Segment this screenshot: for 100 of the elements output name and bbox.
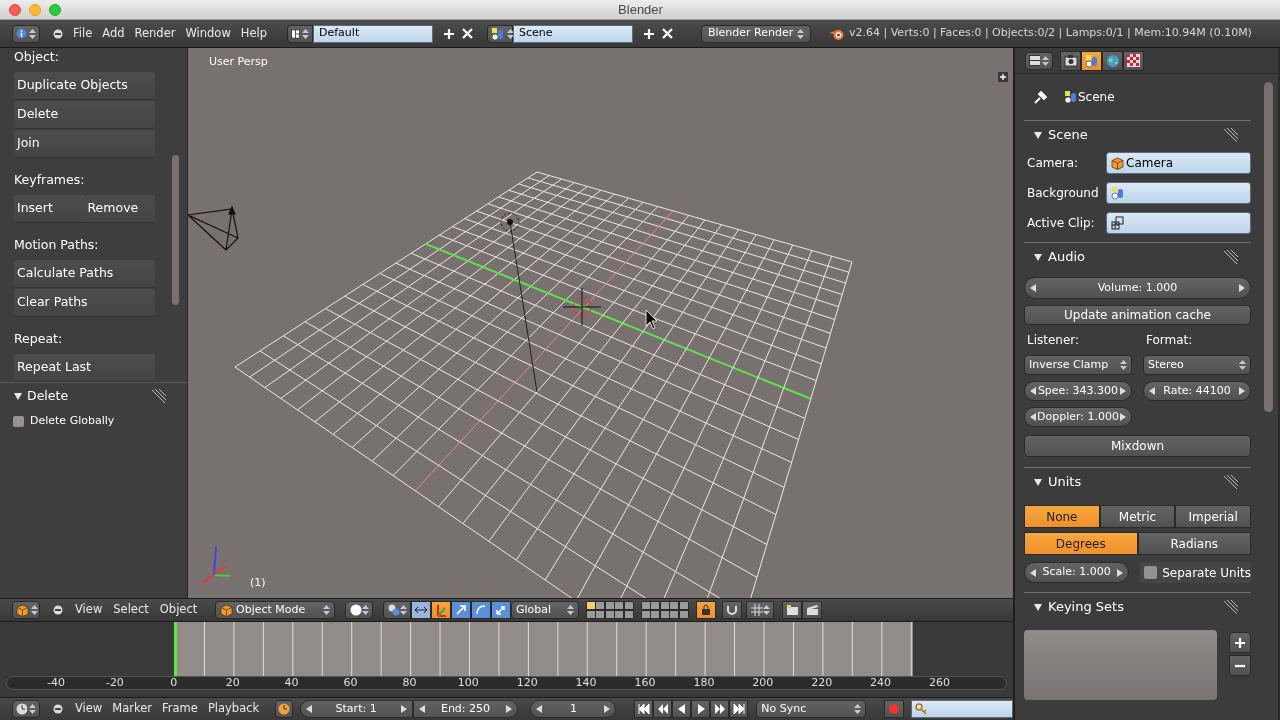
disclosure-triangle-icon[interactable] (1033, 129, 1043, 140)
drag-handle-icon[interactable] (1223, 598, 1239, 615)
mode-dropdown[interactable]: Object Mode (215, 601, 335, 619)
increment-arrow-icon[interactable] (1239, 284, 1245, 292)
render-animation-button[interactable] (802, 601, 822, 619)
context-tab[interactable] (1081, 50, 1102, 71)
decrement-arrow-icon[interactable] (1030, 284, 1036, 292)
disclosure-triangle-icon[interactable] (1033, 251, 1043, 262)
orientation-dropdown[interactable]: Global (511, 601, 579, 619)
drag-handle-icon[interactable] (151, 388, 167, 404)
close-icon[interactable] (662, 28, 673, 39)
unit-system-option[interactable]: None (1024, 505, 1100, 528)
menu-item[interactable]: View (74, 700, 103, 718)
rate-field[interactable]: Rate: 44100 (1143, 381, 1251, 401)
decrement-arrow-icon[interactable] (1149, 387, 1155, 395)
add-icon[interactable] (643, 27, 655, 40)
data-block-field[interactable]: Camera (1106, 152, 1251, 174)
decrement-arrow-icon[interactable] (418, 705, 425, 713)
screen-layout-button[interactable] (287, 24, 313, 43)
decrement-arrow-icon[interactable] (536, 705, 543, 713)
collapse-menu-icon[interactable] (53, 28, 63, 39)
play-reverse-button[interactable] (672, 700, 692, 718)
snap-dropdown[interactable] (746, 601, 774, 619)
jump-forward-button[interactable] (710, 700, 730, 718)
jump-back-button[interactable] (653, 700, 673, 718)
disclosure-triangle-icon[interactable] (1033, 601, 1043, 612)
decrement-arrow-icon[interactable] (1030, 413, 1036, 421)
move-toggle[interactable] (451, 601, 471, 619)
rotate-toggle[interactable] (471, 601, 491, 619)
end-frame-field[interactable]: End: 250 (412, 700, 519, 718)
editor-type-button[interactable] (12, 24, 40, 43)
increment-arrow-icon[interactable] (400, 705, 407, 713)
skip-start-button[interactable] (634, 700, 654, 718)
update-cache-button[interactable]: Update animation cache (1024, 305, 1251, 325)
proportional-toggle[interactable] (722, 601, 742, 619)
unit-system-option[interactable]: Imperial (1175, 505, 1251, 528)
panel-title[interactable]: Audio (1048, 246, 1218, 267)
scene-browse-button[interactable] (487, 24, 513, 43)
menu-item[interactable]: Frame (162, 700, 198, 718)
menu-item[interactable]: Window (185, 24, 231, 43)
close-window-icon[interactable] (9, 3, 21, 16)
close-icon[interactable] (462, 28, 473, 39)
tool-button[interactable]: Remove (84, 195, 155, 223)
doppler-field[interactable]: Doppler: 1.000 (1024, 407, 1132, 427)
menu-item[interactable]: Render (134, 24, 176, 43)
context-tab[interactable] (1060, 50, 1081, 71)
volume-field[interactable]: Volume: 1.000 (1024, 277, 1251, 299)
increment-arrow-icon[interactable] (506, 705, 513, 713)
unit-system-option[interactable]: Metric (1099, 505, 1176, 528)
add-region-icon[interactable] (998, 72, 1008, 82)
panel-title[interactable]: Keying Sets (1048, 596, 1218, 617)
tool-button[interactable]: Calculate Paths (14, 260, 155, 288)
collapse-menu-icon[interactable] (53, 605, 63, 615)
panel-title[interactable]: Delete (27, 386, 147, 406)
rotation-unit-option[interactable]: Radians (1137, 532, 1251, 555)
layer-buttons[interactable] (586, 601, 634, 619)
checkbox[interactable] (1144, 566, 1158, 579)
preview-range-toggle[interactable] (274, 700, 293, 718)
scale-field[interactable]: Scale: 1.000 (1024, 562, 1130, 583)
render-engine-dropdown[interactable]: Blender Render (701, 24, 811, 43)
shading-dropdown[interactable] (345, 601, 373, 619)
scale-toggle[interactable] (491, 601, 511, 619)
scrollbar[interactable] (1264, 82, 1273, 412)
drag-handle-icon[interactable] (1223, 126, 1239, 143)
menu-item[interactable]: File (73, 24, 93, 43)
listener-dropdown[interactable]: Inverse Clamp (1024, 355, 1132, 375)
tool-button[interactable]: Clear Paths (14, 289, 155, 317)
increment-arrow-icon[interactable] (604, 705, 611, 713)
decrement-arrow-icon[interactable] (1030, 387, 1036, 395)
screen-layout-field[interactable]: Default (313, 24, 433, 43)
menu-item[interactable]: Select (113, 601, 149, 619)
scene-field[interactable]: Scene (513, 24, 633, 43)
checkbox[interactable] (13, 415, 24, 427)
context-tab[interactable] (1123, 50, 1144, 71)
tool-button[interactable]: Delete (14, 101, 155, 129)
current-frame-field[interactable]: 1 (530, 700, 617, 718)
disclosure-triangle-icon[interactable] (1033, 476, 1043, 487)
record-button[interactable] (884, 700, 905, 718)
drag-handle-icon[interactable] (1223, 473, 1239, 490)
decrement-arrow-icon[interactable] (1030, 568, 1036, 577)
skip-end-button[interactable] (729, 700, 749, 718)
manipulator-toggle[interactable] (411, 601, 431, 619)
disclosure-triangle-icon[interactable] (13, 391, 23, 401)
menu-item[interactable]: View (75, 601, 103, 619)
editor-type-button[interactable] (12, 601, 40, 619)
plus-icon[interactable] (1234, 636, 1246, 649)
increment-arrow-icon[interactable] (1117, 568, 1124, 577)
lock-layers-toggle[interactable] (696, 601, 716, 619)
increment-arrow-icon[interactable] (1239, 387, 1245, 395)
mixdown-button[interactable]: Mixdown (1024, 435, 1251, 457)
sync-dropdown[interactable]: No Sync (756, 700, 867, 718)
tool-button[interactable]: Insert (14, 195, 85, 223)
tool-button[interactable]: Repeat Last (14, 354, 155, 382)
data-block-field[interactable] (1106, 212, 1251, 234)
menu-item[interactable]: Marker (112, 700, 153, 718)
speed-field[interactable]: Spee: 343.300 (1024, 381, 1132, 401)
panel-title[interactable]: Scene (1048, 124, 1218, 145)
pivot-dropdown[interactable] (383, 601, 411, 619)
editor-type-button[interactable] (12, 700, 40, 718)
tool-button[interactable]: Join (14, 130, 155, 158)
